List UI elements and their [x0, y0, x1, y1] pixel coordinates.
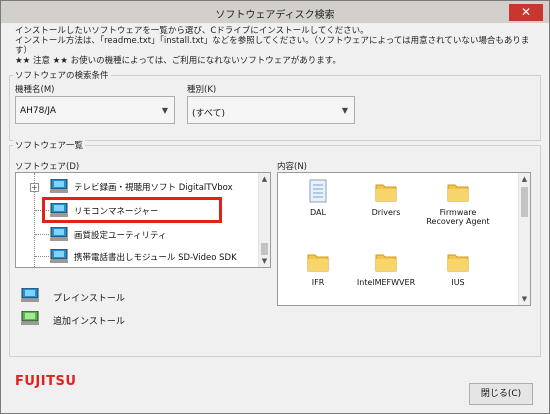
tree-scrollbar[interactable]: ▲ ▼ [258, 173, 270, 267]
content-panel[interactable]: DAL Drivers Firmware Recovery Agent IFR … [277, 172, 531, 306]
window-title: ソフトウェアディスク検索 [215, 10, 335, 21]
scroll-thumb[interactable] [261, 243, 268, 255]
model-select[interactable]: AH78/JA ▼ [15, 96, 175, 124]
software-tree[interactable]: + テレビ録画・視聴用ソフト DigitalTVbox リモコンマネージャー 画… [15, 172, 271, 268]
selection-highlight [42, 197, 222, 223]
intro-line-3: ★★ 注意 ★★ お使いの機種によっては、ご利用になれないソフトウェアがあります… [15, 56, 341, 66]
close-window-button[interactable]: ✕ [509, 4, 543, 21]
pc-add-install-icon [21, 311, 39, 325]
intro-line-2: インストール方法は、「readme.txt」「install.txt」などを参照… [15, 36, 530, 56]
model-select-value: AH78/JA [20, 106, 57, 116]
chevron-down-icon: ▼ [341, 106, 348, 115]
intro-line-1: インストールしたいソフトウェアを一覧から選び、Cドライブにインストールしてくださ… [15, 26, 369, 36]
scroll-thumb[interactable] [521, 187, 528, 217]
folder-icon [447, 254, 469, 272]
legend-preinstall: プレインストール [21, 288, 221, 304]
tree-item[interactable]: + テレビ録画・視聴用ソフト DigitalTVbox [16, 175, 260, 199]
search-conditions-label: ソフトウェアの検索条件 [13, 69, 111, 81]
expand-icon[interactable]: + [30, 183, 39, 192]
tree-item-label: 画質設定ユーティリティ [74, 231, 167, 241]
tree-item-label: テレビ録画・視聴用ソフト DigitalTVbox [74, 183, 233, 193]
title-bar[interactable]: ソフトウェアディスク検索 ✕ [1, 1, 549, 23]
file-icon [309, 179, 327, 203]
folder-icon [307, 254, 329, 272]
window-body: インストールしたいソフトウェアを一覧から選び、Cドライブにインストールしてくださ… [1, 23, 549, 413]
legend-add-install: 追加インストール [21, 311, 221, 327]
pc-preinstall-icon [50, 227, 68, 241]
folder-icon [375, 184, 397, 202]
pc-preinstall-icon [21, 288, 39, 302]
folder-name: IUS [451, 278, 465, 287]
legend-preinstall-label: プレインストール [53, 294, 125, 304]
tree-connector [35, 256, 49, 257]
folder-icon [375, 254, 397, 272]
intro-text: インストールしたいソフトウェアを一覧から選び、Cドライブにインストールしてくださ… [15, 26, 535, 66]
scroll-down-icon[interactable]: ▼ [259, 255, 270, 267]
folder-name: Firmware Recovery Agent [426, 208, 490, 226]
software-label: ソフトウェア(D) [15, 162, 80, 172]
folder-item[interactable]: IntelMEFWVER [346, 249, 426, 287]
folder-item[interactable]: Firmware Recovery Agent [414, 179, 502, 226]
folder-name: IntelMEFWVER [356, 278, 416, 287]
content-label: 内容(N) [277, 162, 307, 172]
software-disk-search-window: ソフトウェアディスク検索 ✕ インストールしたいソフトウェアを一覧から選び、Cド… [0, 0, 550, 414]
fujitsu-logo: FUJITSU [15, 374, 77, 389]
content-scrollbar[interactable]: ▲ ▼ [518, 173, 530, 305]
tree-item[interactable]: 画質設定ユーティリティ [16, 223, 260, 247]
pc-preinstall-icon [50, 179, 68, 193]
scroll-up-icon[interactable]: ▲ [519, 173, 530, 185]
type-select[interactable]: (すべて) ▼ [187, 96, 355, 124]
chevron-down-icon: ▼ [161, 106, 168, 115]
close-button[interactable]: 閉じる(C) [469, 383, 533, 405]
tree-item[interactable]: 携帯電話書出しモジュール SD-Video SDK [16, 245, 260, 267]
type-label: 種別(K) [187, 85, 217, 95]
scroll-up-icon[interactable]: ▲ [259, 173, 270, 185]
model-label: 機種名(M) [15, 85, 55, 95]
tree-item-label: 携帯電話書出しモジュール SD-Video SDK [74, 253, 237, 263]
scroll-down-icon[interactable]: ▼ [519, 293, 530, 305]
folder-icon [447, 184, 469, 202]
tree-connector [35, 234, 49, 235]
software-list-label: ソフトウェア一覧 [13, 139, 86, 151]
folder-item[interactable]: IUS [418, 249, 498, 287]
pc-preinstall-icon [50, 249, 68, 263]
legend-add-install-label: 追加インストール [53, 317, 125, 327]
type-select-value: (すべて) [192, 109, 226, 119]
